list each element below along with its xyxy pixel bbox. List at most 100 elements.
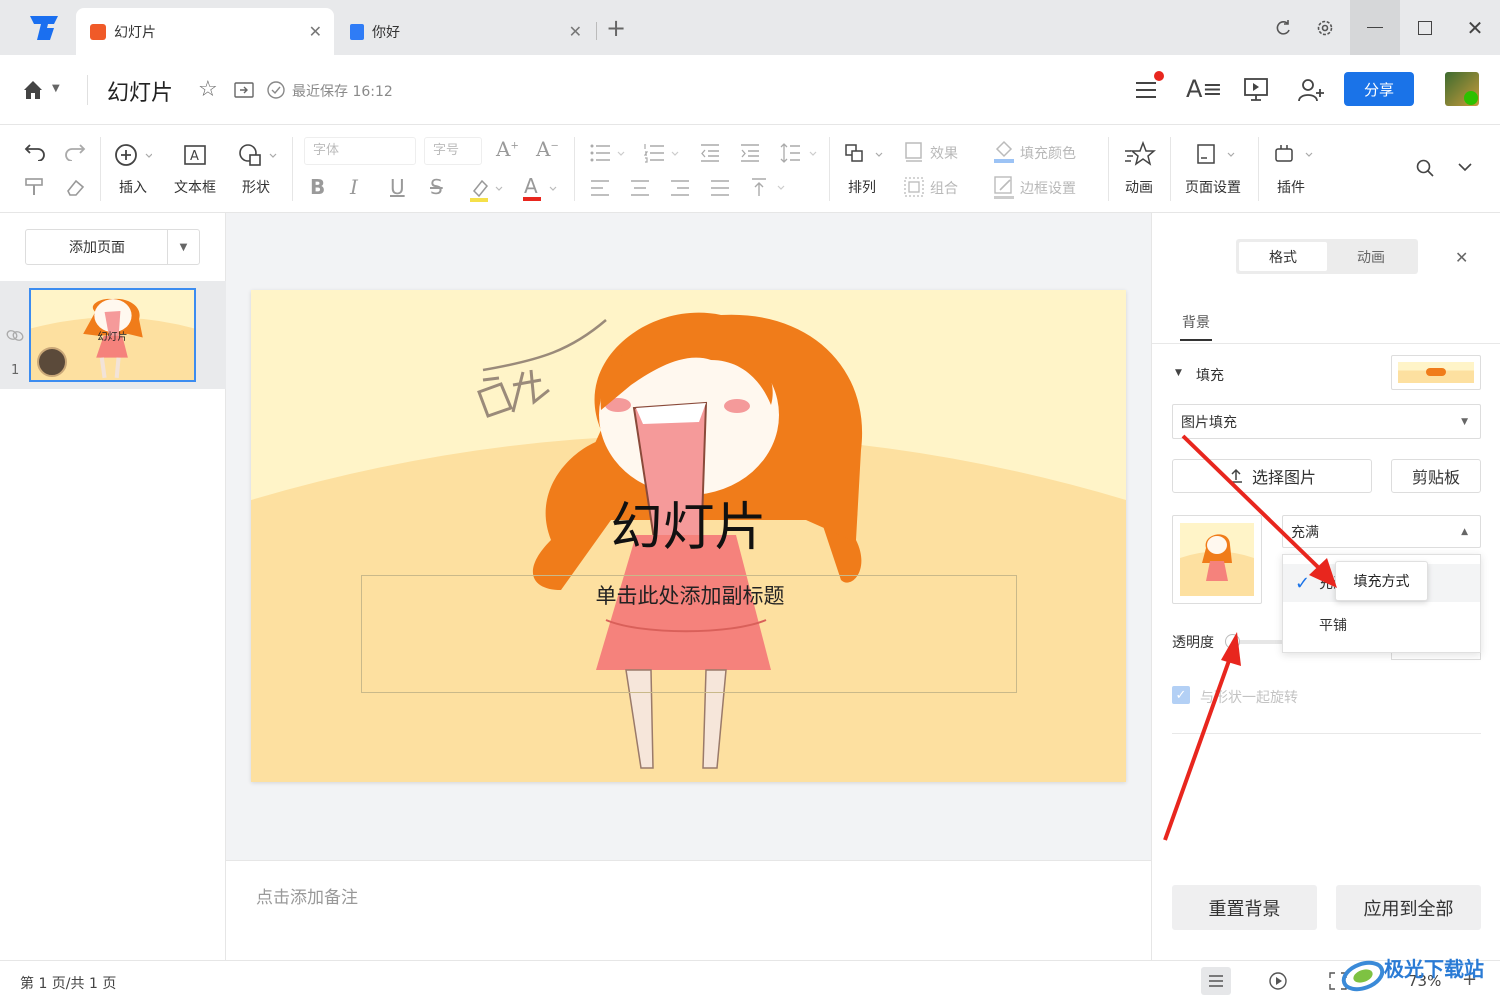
separator (1170, 137, 1171, 201)
document-title[interactable]: 幻灯片 (107, 75, 173, 107)
minimize-button[interactable] (1350, 0, 1400, 55)
vertical-align-icon[interactable] (750, 177, 790, 197)
effect-icon[interactable] (904, 141, 924, 163)
notes-placeholder[interactable]: 点击添加备注 (256, 883, 358, 908)
italic-icon[interactable]: I (350, 175, 358, 199)
arrange-button[interactable]: 排列 (848, 177, 876, 197)
align-right-icon[interactable] (670, 179, 690, 197)
svg-text:A: A (524, 175, 538, 198)
animation-button[interactable]: 动画 (1125, 177, 1153, 197)
strikethrough-icon[interactable]: S (430, 175, 443, 199)
close-icon[interactable]: ✕ (569, 22, 582, 41)
tab-hello[interactable]: 你好 ✕ (336, 8, 594, 55)
group-icon[interactable] (904, 177, 924, 197)
decrease-font-icon[interactable]: A− (536, 137, 559, 161)
justify-icon[interactable] (710, 179, 730, 197)
font-size-select[interactable]: 字号 (424, 137, 482, 165)
subtitle-placeholder-text[interactable]: 单击此处添加副标题 (362, 580, 1018, 610)
share-button[interactable]: 分享 (1344, 72, 1414, 106)
close-window-button[interactable]: ✕ (1450, 0, 1500, 55)
clipboard-button[interactable]: 剪贴板 (1391, 459, 1481, 493)
gear-icon[interactable] (1300, 0, 1350, 55)
font-color-icon[interactable]: A (522, 175, 562, 203)
increase-indent-icon[interactable] (740, 143, 760, 163)
avatar[interactable] (1445, 72, 1479, 106)
decrease-indent-icon[interactable] (700, 143, 720, 163)
textbox-button[interactable]: 文本框 (174, 177, 216, 197)
speaker-notes-area[interactable]: 点击添加备注 (226, 860, 1151, 960)
underline-icon[interactable]: U (390, 175, 405, 199)
separator (1258, 137, 1259, 201)
svg-text:A: A (190, 149, 199, 164)
eraser-icon[interactable] (64, 177, 86, 197)
effect-button[interactable]: 效果 (930, 143, 958, 163)
shape-button[interactable]: 形状 (242, 177, 270, 197)
search-icon[interactable] (1416, 159, 1434, 177)
undo-icon[interactable] (24, 141, 46, 161)
fill-label: 填充 (1196, 368, 1224, 384)
slide-thumbnail-row[interactable]: 1 幻灯片 (0, 281, 226, 389)
plugin-button[interactable]: 插件 (1277, 177, 1305, 197)
add-page-label[interactable]: 添加页面 (26, 230, 168, 264)
increase-font-icon[interactable]: A+ (496, 137, 519, 161)
align-left-icon[interactable] (590, 179, 610, 197)
textbox-icon[interactable]: A (183, 143, 207, 167)
page-setup-button[interactable]: 页面设置 (1185, 177, 1241, 197)
apply-to-all-button[interactable]: 应用到全部 (1336, 885, 1481, 930)
close-panel-icon[interactable]: ✕ (1455, 248, 1468, 267)
app-logo-icon (28, 14, 60, 42)
star-icon[interactable]: ☆ (198, 77, 218, 102)
fill-color-icon[interactable] (993, 139, 1015, 165)
bold-icon[interactable]: B (310, 175, 325, 199)
notes-toggle-icon[interactable] (1201, 967, 1231, 995)
home-icon[interactable] (22, 79, 44, 101)
menu-icon[interactable] (1134, 71, 1164, 101)
maximize-button[interactable] (1400, 0, 1450, 55)
bullet-list-icon[interactable] (590, 143, 630, 163)
insert-plus-icon[interactable] (114, 143, 152, 169)
move-to-folder-icon[interactable] (234, 81, 254, 99)
arrange-icon[interactable] (844, 143, 888, 165)
slide-title[interactable]: 幻灯片 (251, 485, 1126, 560)
subtitle-placeholder-box[interactable]: 单击此处添加副标题 (361, 575, 1017, 693)
border-settings-button[interactable]: 边框设置 (1020, 178, 1076, 198)
section-background[interactable]: 背景 (1182, 312, 1210, 332)
fill-color-button[interactable]: 填充颜色 (1020, 143, 1076, 163)
page-setup-icon[interactable] (1196, 143, 1240, 165)
border-settings-icon[interactable] (993, 175, 1015, 201)
animation-star-icon[interactable] (1124, 141, 1156, 167)
highlight-icon[interactable] (468, 177, 508, 203)
close-icon[interactable]: ✕ (309, 22, 322, 41)
new-tab-plus-icon[interactable]: + (606, 14, 626, 42)
tab-slides[interactable]: 幻灯片 ✕ (76, 8, 334, 55)
numbered-list-icon[interactable] (644, 143, 684, 163)
tab-animation[interactable]: 动画 (1327, 242, 1415, 271)
align-center-icon[interactable] (630, 179, 650, 197)
slide[interactable]: 幻灯片 单击此处添加副标题 (251, 290, 1126, 782)
add-collaborator-icon[interactable] (1297, 77, 1325, 103)
tab-format[interactable]: 格式 (1239, 242, 1327, 271)
play-icon[interactable] (1268, 971, 1288, 991)
group-button[interactable]: 组合 (930, 178, 958, 198)
plugin-icon[interactable] (1274, 143, 1318, 165)
insert-button[interactable]: 插入 (119, 177, 147, 197)
line-spacing-icon[interactable] (780, 143, 820, 163)
chevron-down-icon[interactable]: ▼ (167, 230, 199, 264)
redo-icon[interactable] (64, 141, 86, 161)
shape-icon[interactable] (238, 143, 278, 167)
reset-background-button[interactable]: 重置背景 (1172, 885, 1317, 930)
page-indicator: 第 1 页/共 1 页 (20, 976, 117, 992)
slide-thumbnail[interactable]: 幻灯片 (29, 288, 196, 382)
font-format-icon[interactable]: A≡ (1186, 75, 1223, 103)
separator (1108, 137, 1109, 201)
present-icon[interactable] (1243, 77, 1269, 103)
caret-down-icon[interactable]: ▼ (1175, 368, 1182, 378)
collapse-ribbon-chevron-icon[interactable] (1457, 161, 1473, 173)
add-page-button[interactable]: 添加页面 ▼ (25, 229, 200, 265)
fill-preview-swatch[interactable] (1391, 355, 1481, 390)
format-painter-icon[interactable] (24, 177, 46, 197)
font-family-select[interactable]: 字体 (304, 137, 416, 165)
thumbnail-title: 幻灯片 (97, 332, 128, 343)
chevron-down-icon[interactable]: ▼ (52, 83, 60, 94)
status-bar: 第 1 页/共 1 页 73% + 极光下载站 (0, 957, 1500, 1000)
